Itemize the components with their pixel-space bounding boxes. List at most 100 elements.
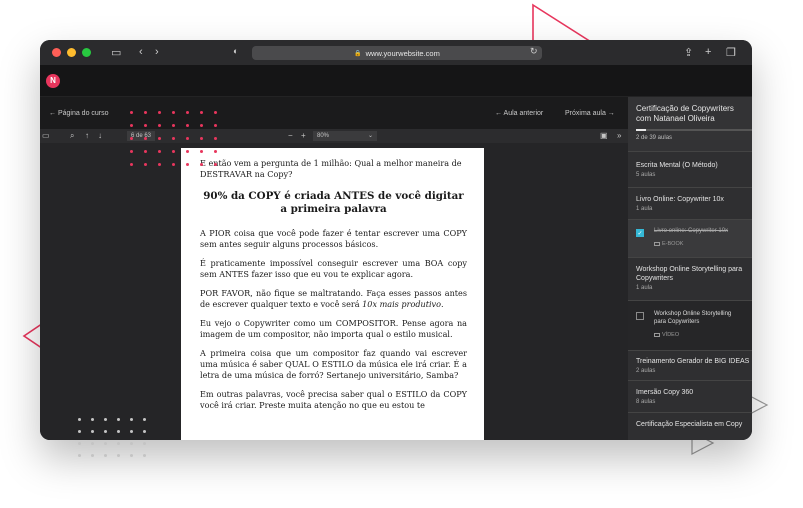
decor-dot <box>144 137 147 140</box>
decor-dot <box>200 150 203 153</box>
reload-icon[interactable]: ↻ <box>530 46 538 57</box>
module-item[interactable]: Livro Online: Copywriter 10x 1 aula <box>628 187 752 219</box>
zoom-value: 80% <box>317 133 330 139</box>
lock-icon: 🔒 <box>354 50 362 57</box>
course-title-line-1: Certificação de Copywriters <box>636 104 734 113</box>
decor-dot <box>117 418 120 421</box>
decor-dot <box>130 111 133 114</box>
pdf-page-down-icon[interactable]: ↓ <box>98 131 102 140</box>
url-text: www.yourwebsite.com <box>365 48 440 58</box>
doc-paragraph-4: Eu vejo o Copywriter como um COMPOSITOR.… <box>200 318 467 339</box>
decor-dot <box>186 111 189 114</box>
zoom-out-button[interactable]: − <box>288 131 293 140</box>
decor-dot <box>172 124 175 127</box>
module-lesson-count: 2 aulas <box>636 368 656 374</box>
decor-dot <box>214 137 217 140</box>
decor-dot <box>91 418 94 421</box>
decor-dot <box>158 137 161 140</box>
doc-paragraph-3: POR FAVOR, não fique se maltratando. Faç… <box>200 288 467 310</box>
close-window-button[interactable] <box>52 48 61 57</box>
app-logo[interactable]: N <box>46 73 60 88</box>
decor-dot <box>117 430 120 433</box>
course-lesson-count: 2 de 39 aulas <box>636 135 673 141</box>
decor-dot <box>130 442 133 445</box>
lesson-checkbox-checked[interactable]: ✓ <box>636 229 644 237</box>
lesson-body: Livro online: Copywriter 10x E-BOOK <box>654 227 728 257</box>
decor-dot <box>186 137 189 140</box>
doc-paragraph-5: A primeira coisa que um compositor faz q… <box>200 348 467 380</box>
pdf-sidebar-icon[interactable]: ▭ <box>42 131 50 140</box>
decor-dot <box>144 124 147 127</box>
decor-dots-gray <box>78 418 146 457</box>
decor-dot <box>78 442 81 445</box>
lesson-item-completed[interactable]: ✓ Livro online: Copywriter 10x E-BOOK <box>628 219 752 257</box>
decor-dot <box>130 418 133 421</box>
decor-dot <box>172 137 175 140</box>
zoom-in-button[interactable]: + <box>301 131 306 140</box>
decor-dot <box>143 418 146 421</box>
decor-dot <box>143 454 146 457</box>
decor-dot <box>186 163 189 166</box>
pdf-more-icon[interactable]: » <box>617 131 621 140</box>
lesson-type: E-BOOK <box>654 241 728 247</box>
decor-dot <box>214 111 217 114</box>
module-item[interactable]: Treinamento Gerador de BIG IDEAS 2 aulas <box>628 350 752 380</box>
decor-dot <box>158 150 161 153</box>
new-tab-icon[interactable]: + <box>705 46 711 58</box>
forward-icon[interactable]: › <box>155 46 159 58</box>
decor-dot <box>172 111 175 114</box>
pdf-page: E então vem a pergunta de 1 milhão: Qual… <box>181 148 484 440</box>
minimize-window-button[interactable] <box>67 48 76 57</box>
address-bar[interactable]: 🔒 www.yourwebsite.com <box>252 46 542 60</box>
module-title: Livro Online: Copywriter 10x <box>636 196 724 203</box>
lesson-item[interactable]: Workshop Online Storytelling para Copywr… <box>628 300 752 350</box>
zoom-select[interactable]: 80% ⌄ <box>313 131 377 141</box>
course-progress-bar <box>636 129 752 131</box>
doc-paragraph-3-end: . <box>441 299 444 309</box>
chevron-down-icon: ⌄ <box>367 133 373 139</box>
decor-dot <box>117 442 120 445</box>
course-sidebar: Certificação de Copywriters com Natanael… <box>628 97 752 440</box>
module-lesson-count: 1 aula <box>636 285 653 291</box>
doc-paragraph-2: É praticamente impossível conseguir escr… <box>200 258 467 279</box>
pdf-toolbar: ▭ ⌕ ↑ ↓ 6 de 63 − + 80% ⌄ ▣ » <box>40 129 628 143</box>
tabs-icon[interactable]: ❐ <box>726 46 736 59</box>
next-lesson-link[interactable]: Próxima aula → <box>565 110 615 117</box>
course-progress-fill <box>636 129 646 131</box>
module-item[interactable]: Workshop Online Storytelling para Copywr… <box>628 257 752 300</box>
module-item[interactable]: Certificação Especialista em Copy <box>628 412 752 440</box>
decor-dot <box>200 163 203 166</box>
decor-dot <box>158 163 161 166</box>
module-lesson-count: 5 aulas <box>636 172 656 178</box>
lesson-checkbox[interactable] <box>636 312 644 320</box>
back-icon[interactable]: ‹ <box>139 46 143 58</box>
doc-paragraph-3-emphasis: 10x mais produtivo <box>362 299 441 309</box>
video-icon <box>654 333 660 337</box>
share-icon[interactable]: ⇪ <box>684 46 693 59</box>
decor-dot <box>78 454 81 457</box>
doc-heading: 90% da COPY é criada ANTES de você digit… <box>203 190 464 215</box>
pdf-page-up-icon[interactable]: ↑ <box>85 131 89 140</box>
module-item[interactable]: Escrita Mental (O Método) 5 aulas <box>628 151 752 187</box>
decor-dot <box>214 163 217 166</box>
module-title: Workshop Online Storytelling para Copywr… <box>636 266 743 282</box>
lesson-navigation: ← Página do curso ← Aula anterior Próxim… <box>40 97 628 129</box>
decor-dot <box>143 442 146 445</box>
app-header: N <box>40 65 752 97</box>
shield-icon[interactable]: ◐ <box>233 46 238 56</box>
pdf-search-icon[interactable]: ⌕ <box>70 131 74 141</box>
module-title: Treinamento Gerador de BIG IDEAS <box>636 358 750 365</box>
module-item[interactable]: Imersão Copy 360 8 aulas <box>628 380 752 412</box>
sidebar-toggle-icon[interactable]: ▭ <box>111 46 121 59</box>
doc-intro: E então vem a pergunta de 1 milhão: Qual… <box>200 158 462 179</box>
pdf-present-icon[interactable]: ▣ <box>600 131 608 140</box>
decor-dot <box>104 442 107 445</box>
back-to-course-link[interactable]: ← Página do curso <box>49 110 109 117</box>
decor-dot <box>104 430 107 433</box>
lesson-title: Workshop Online Storytelling para Copywr… <box>654 311 732 325</box>
decor-dot <box>130 163 133 166</box>
decor-dot <box>186 150 189 153</box>
window-controls <box>52 48 91 57</box>
previous-lesson-link[interactable]: ← Aula anterior <box>495 110 543 117</box>
maximize-window-button[interactable] <box>82 48 91 57</box>
